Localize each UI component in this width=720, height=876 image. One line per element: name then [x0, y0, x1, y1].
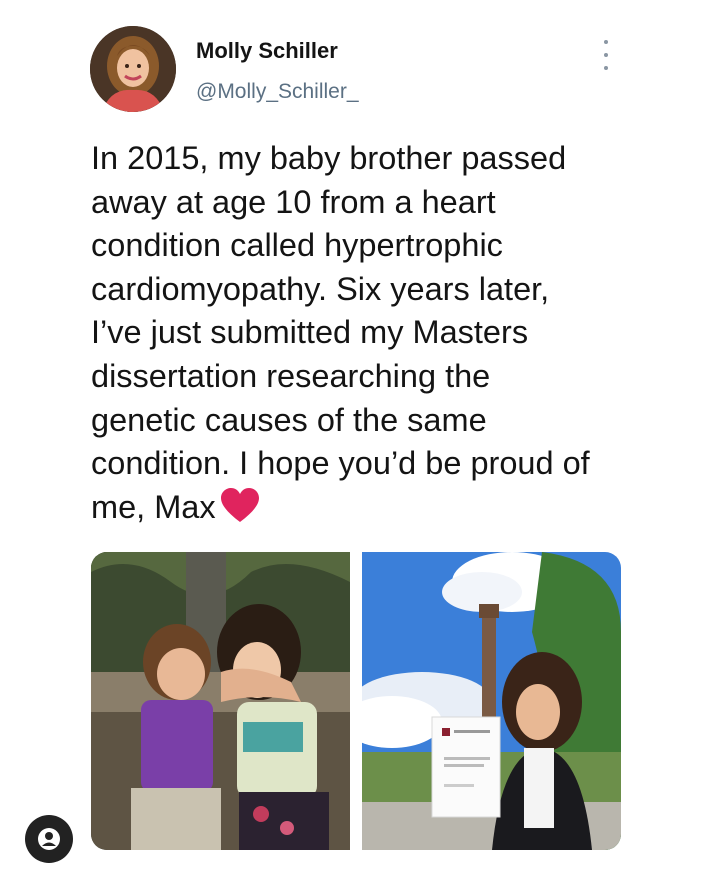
account-icon[interactable] — [25, 815, 73, 863]
avatar-photo — [90, 26, 176, 112]
avatar[interactable] — [90, 26, 176, 112]
heart-shape — [220, 487, 259, 522]
tweet-text: In 2015, my baby brother passed away at … — [91, 137, 651, 535]
more-vertical-icon[interactable] — [594, 40, 618, 70]
person-glyph — [38, 828, 60, 850]
graduate-with-dissertation-photo[interactable] — [362, 552, 621, 850]
red-heart-icon — [220, 487, 260, 536]
dot — [604, 53, 608, 57]
sibling-hug-photo[interactable] — [91, 552, 350, 850]
dot — [604, 40, 608, 44]
author-handle[interactable]: @Molly_Schiller_ — [196, 80, 359, 104]
author-display-name[interactable]: Molly Schiller — [196, 38, 338, 64]
tweet-body: In 2015, my baby brother passed away at … — [91, 140, 590, 525]
dot — [604, 66, 608, 70]
